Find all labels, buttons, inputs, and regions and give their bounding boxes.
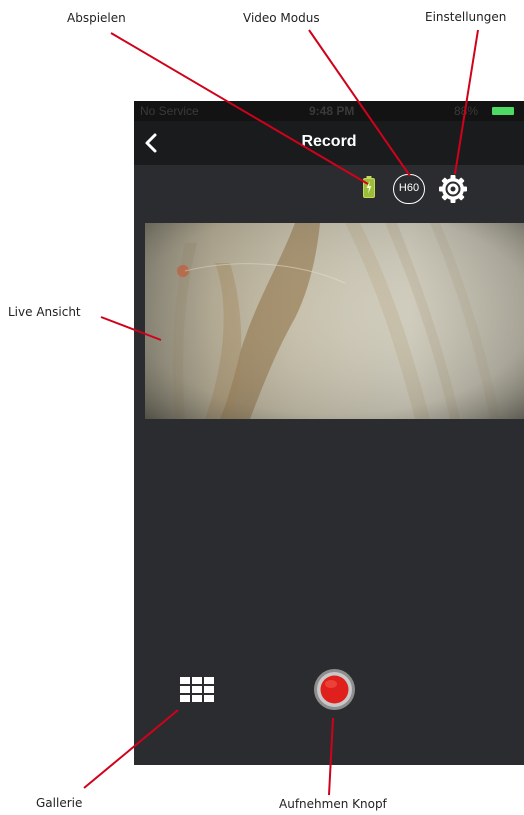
gallery-button[interactable]: [180, 677, 216, 703]
record-button[interactable]: [313, 668, 356, 711]
live-camera-view[interactable]: [145, 223, 524, 419]
annotated-screenshot: Abspielen Video Modus Einstellungen Live…: [0, 0, 524, 815]
battery-percent: 88%: [454, 104, 479, 118]
settings-button[interactable]: [438, 174, 468, 204]
carrier-label: No Service: [140, 104, 199, 118]
status-battery-icon: [492, 107, 514, 115]
grid-icon: [180, 677, 214, 702]
page-title: Record: [301, 133, 357, 150]
annotation-live-ansicht: Live Ansicht: [8, 305, 81, 319]
status-time: 9:48 PM: [309, 104, 355, 118]
phone-screen: No Service 9:48 PM 88% Record H60: [134, 101, 524, 765]
camera-feed-image: [145, 223, 524, 419]
annotation-einstellungen: Einstellungen: [425, 10, 507, 24]
video-mode-button[interactable]: H60: [393, 174, 425, 204]
record-circle-icon: [314, 669, 355, 710]
annotation-gallerie: Gallerie: [36, 796, 83, 810]
annotation-aufnehmen-knopf: Aufnehmen Knopf: [279, 797, 387, 811]
battery-charging-icon: [363, 176, 375, 198]
annotation-video-modus: Video Modus: [243, 11, 320, 25]
navigation-bar: Record: [134, 121, 524, 165]
annotation-abspielen: Abspielen: [67, 11, 126, 25]
gear-icon: [439, 175, 467, 203]
status-bar: No Service 9:48 PM 88%: [134, 101, 524, 121]
